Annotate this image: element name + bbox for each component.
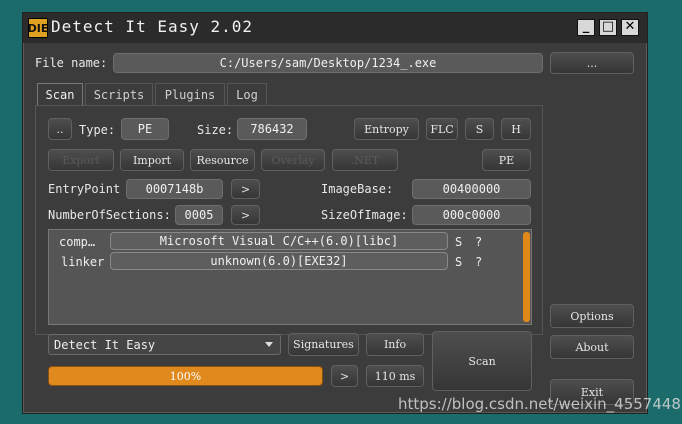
size-label: Size: <box>197 123 234 137</box>
tab-plugins[interactable]: Plugins <box>155 83 225 105</box>
results-scrollbar[interactable] <box>523 232 530 322</box>
imagebase-field: 00400000 <box>412 179 531 199</box>
entrypoint-arrow-button[interactable]: > <box>231 179 260 199</box>
file-path-field[interactable]: C:/Users/sam/Desktop/1234_.exe <box>113 53 543 73</box>
scan-button[interactable]: Scan <box>432 331 532 391</box>
result-value[interactable]: unknown(6.0)[EXE32] <box>110 252 448 270</box>
net-button[interactable]: .NET <box>332 149 398 171</box>
window-title: Detect It Easy 2.02 <box>51 17 254 36</box>
sections-label: NumberOfSections: <box>48 208 171 222</box>
pe-button[interactable]: PE <box>482 149 531 171</box>
about-button[interactable]: About <box>550 335 634 359</box>
flc-button[interactable]: FLC <box>426 118 458 140</box>
sizeofimage-field: 000c0000 <box>412 205 531 225</box>
app-icon: DIE <box>28 18 48 38</box>
sections-field: 0005 <box>175 205 223 225</box>
hex-button[interactable]: H <box>501 118 531 140</box>
entrypoint-field: 0007148b <box>126 179 223 199</box>
result-key: comp… <box>59 235 96 249</box>
scan-mode-value: Detect It Easy <box>54 337 156 352</box>
chevron-down-icon <box>265 342 273 347</box>
result-signature-button[interactable]: S <box>455 235 462 249</box>
resource-button[interactable]: Resource <box>190 149 255 171</box>
maximize-button[interactable]: □ <box>599 19 617 36</box>
size-field: 786432 <box>237 118 307 140</box>
file-name-label: File name: <box>35 56 108 70</box>
close-button[interactable]: ✕ <box>621 19 639 36</box>
export-button[interactable]: Export <box>48 149 114 171</box>
type-label: Type: <box>79 123 116 137</box>
result-info-button[interactable]: ? <box>475 255 482 269</box>
result-info-button[interactable]: ? <box>475 235 482 249</box>
browse-button[interactable]: ... <box>550 52 634 74</box>
options-button[interactable]: Options <box>550 304 634 328</box>
time-field: 110 ms <box>366 365 424 387</box>
result-signature-button[interactable]: S <box>455 255 462 269</box>
sections-arrow-button[interactable]: > <box>231 205 260 225</box>
file-info-button[interactable]: .. <box>48 118 72 140</box>
tab-scripts[interactable]: Scripts <box>85 83 153 105</box>
strings-button[interactable]: S <box>465 118 494 140</box>
result-key: linker <box>61 255 105 269</box>
minimize-button[interactable]: _ <box>577 19 595 36</box>
type-field: PE <box>121 118 169 140</box>
main-window: DIE Detect It Easy 2.02 _ □ ✕ File name:… <box>22 12 648 414</box>
import-button[interactable]: Import <box>120 149 184 171</box>
signatures-button[interactable]: Signatures <box>288 333 359 356</box>
result-value[interactable]: Microsoft Visual C/C++(6.0)[libc] <box>110 232 448 250</box>
imagebase-label: ImageBase: <box>321 182 394 196</box>
tab-scan[interactable]: Scan <box>37 83 83 105</box>
watermark-text: https://blog.csdn.net/weixin_45574485 <box>398 395 682 413</box>
tab-log[interactable]: Log <box>227 83 267 105</box>
entrypoint-label: EntryPoint <box>48 182 121 196</box>
title-bar: DIE Detect It Easy 2.02 _ □ ✕ <box>23 13 647 43</box>
progress-arrow-button[interactable]: > <box>331 365 358 387</box>
sizeofimage-label: SizeOfImage: <box>321 208 408 222</box>
entropy-button[interactable]: Entropy <box>354 118 419 140</box>
scan-progress-bar: 100% <box>48 366 323 386</box>
scan-mode-select[interactable]: Detect It Easy <box>48 334 281 355</box>
overlay-button[interactable]: Overlay <box>261 149 325 171</box>
info-button[interactable]: Info <box>366 333 424 356</box>
